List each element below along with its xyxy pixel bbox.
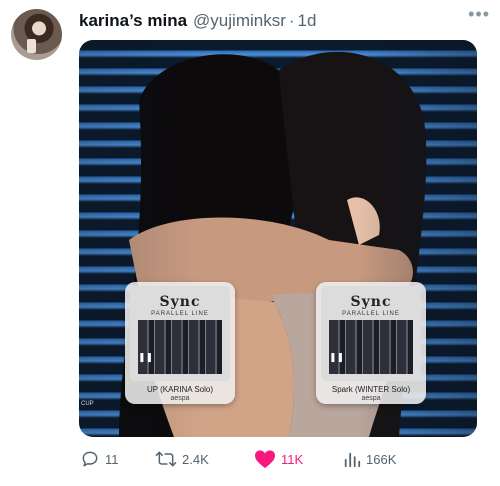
media-watermark: CUP — [81, 401, 94, 407]
repost-button[interactable]: 2.4K — [155, 449, 254, 469]
album-subtitle: PARALLEL LINE — [342, 311, 400, 317]
like-count: 11K — [281, 451, 304, 467]
author-avatar[interactable] — [11, 9, 62, 60]
track-title: Spark (WINTER Solo) — [331, 385, 411, 394]
track-artist: aespa — [170, 395, 190, 402]
album-photo — [329, 320, 413, 374]
view-count: 166K — [366, 451, 397, 467]
music-card-karina[interactable]: Sync PARALLEL LINE ❚❚ UP (KARINA Solo) a… — [125, 282, 235, 404]
views-button[interactable]: 166K — [343, 450, 396, 468]
track-title: UP (KARINA Solo) — [146, 385, 214, 394]
separator: · — [288, 11, 295, 30]
album-logo: Sync — [159, 294, 201, 310]
album-art: Sync PARALLEL LINE ❚❚ — [321, 286, 421, 381]
tweet-media[interactable]: CUP Sync PARALLEL LINE ❚❚ UP (KARINA Sol… — [79, 40, 477, 437]
like-button[interactable]: 11K — [254, 449, 343, 469]
album-logo: Sync — [350, 294, 392, 310]
reply-icon — [82, 451, 98, 467]
music-card-winter[interactable]: Sync PARALLEL LINE ❚❚ Spark (WINTER Solo… — [316, 282, 426, 404]
reply-count: 11 — [105, 451, 119, 467]
album-photo — [138, 320, 222, 374]
user-handle[interactable]: @yujiminksr — [193, 11, 286, 31]
display-name[interactable]: karina’s mina — [79, 11, 187, 31]
pause-icon[interactable]: ❚❚ — [329, 352, 344, 363]
pause-icon[interactable]: ❚❚ — [138, 352, 153, 363]
album-subtitle: PARALLEL LINE — [151, 311, 209, 317]
track-artist: aespa — [361, 395, 381, 402]
album-art: Sync PARALLEL LINE ❚❚ — [130, 286, 230, 381]
reply-button[interactable]: 11 — [80, 449, 155, 469]
analytics-icon — [344, 452, 361, 468]
repost-icon — [155, 451, 177, 467]
repost-count: 2.4K — [182, 451, 209, 467]
tweet-header: karina’s mina @yujiminksr · 1d — [79, 9, 480, 33]
tweet-actions: 11 2.4K 11K 166K — [80, 446, 420, 472]
heart-icon — [255, 450, 275, 469]
timestamp[interactable]: 1d — [298, 11, 317, 31]
more-options-icon[interactable]: ••• — [468, 4, 490, 25]
